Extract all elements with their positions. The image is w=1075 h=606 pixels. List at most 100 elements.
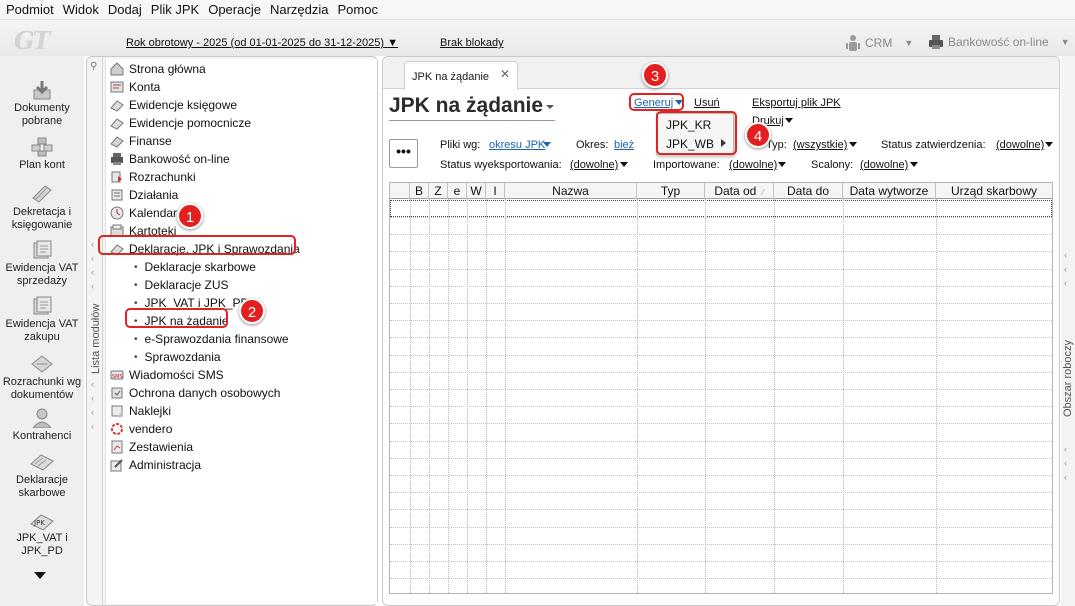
menu-narzedzia[interactable]: Narzędzia xyxy=(270,2,329,17)
column-header-w[interactable]: W xyxy=(467,183,486,199)
crm-button[interactable]: CRM ▼ xyxy=(845,34,913,52)
chevron-down-icon[interactable] xyxy=(546,105,554,109)
delete-button[interactable]: Usuń xyxy=(694,97,720,109)
export-jpk-button[interactable]: Eksportuj plik JPK xyxy=(752,97,841,109)
menu-podmiot[interactable]: Podmiot xyxy=(6,2,54,17)
shortcut-dokumenty-pobrane[interactable]: Dokumenty pobrane xyxy=(0,80,84,128)
grid-row-line xyxy=(390,320,1052,321)
column-header-b[interactable]: B xyxy=(410,183,429,199)
bank-online-button[interactable]: Bankowość on-line ▼ xyxy=(928,34,1070,50)
submodule-e-sprawozdania[interactable]: e-Sprawozdania finansowe xyxy=(134,330,289,348)
menu-pomoc[interactable]: Pomoc xyxy=(337,2,377,17)
chevron-down-icon[interactable] xyxy=(620,162,628,167)
module-finanse[interactable]: Finanse xyxy=(110,132,172,150)
grid-row-line xyxy=(390,475,1052,476)
module-zestawienia[interactable]: Zestawienia xyxy=(110,438,193,456)
lock-status-link[interactable]: Brak blokady xyxy=(440,37,504,49)
administration-icon xyxy=(110,459,123,472)
jpk-files-table[interactable]: B Z e W I Nazwa Typ Data od ⁄ Data do Dat… xyxy=(389,182,1053,594)
shortcut-kontrahenci[interactable]: Kontrahenci xyxy=(0,408,84,443)
workspace-vertical-label[interactable]: Obszar roboczy xyxy=(1062,340,1074,417)
grid-row-line xyxy=(390,561,1052,562)
column-header-nazwa[interactable]: Nazwa xyxy=(505,183,637,199)
finance-icon xyxy=(110,136,124,148)
chevron-down-icon[interactable] xyxy=(785,118,793,123)
module-administracja[interactable]: Administracja xyxy=(110,456,201,474)
tab-jpk-na-zadanie[interactable]: JPK na żądanie ✕ xyxy=(404,61,518,90)
bank-online-label: Bankowość on-line xyxy=(948,35,1049,49)
collapse-arrows-icon[interactable]: ‹ ‹ ‹ ‹ xyxy=(91,377,94,433)
module-vendero[interactable]: vendero xyxy=(110,420,172,438)
chevron-down-icon[interactable] xyxy=(849,142,857,147)
filter-approval-value[interactable]: (dowolne) xyxy=(996,139,1044,151)
vat-sales-icon xyxy=(33,240,52,259)
module-ochrona-danych[interactable]: Ochrona danych osobowych xyxy=(110,384,280,402)
modules-vertical-label[interactable]: Lista modułów xyxy=(90,304,102,374)
filter-files-by-value[interactable]: okresu JPK xyxy=(489,139,545,151)
expand-arrows-icon[interactable]: ‹ ‹ ‹ xyxy=(1064,442,1067,484)
column-header-data-wytworzenia[interactable]: Data wytworze xyxy=(843,183,936,199)
column-header-i[interactable]: I xyxy=(486,183,505,199)
column-header-typ[interactable]: Typ xyxy=(637,183,705,199)
sms-icon: SMS xyxy=(110,370,124,380)
module-konta[interactable]: Konta xyxy=(110,78,160,96)
module-kalendarz[interactable]: Kalendarz xyxy=(110,204,183,222)
more-options-button[interactable]: ••• xyxy=(389,139,418,168)
module-ewidencje-ksiegowe[interactable]: Ewidencje księgowe xyxy=(110,96,237,114)
module-label: Finanse xyxy=(129,134,172,148)
filter-export-status-value[interactable]: (dowolne) xyxy=(570,159,618,171)
pin-icon[interactable]: ⚲ xyxy=(90,61,97,72)
expand-arrows-icon[interactable]: ‹ ‹ ‹ xyxy=(1064,248,1067,290)
filter-merged-value[interactable]: (dowolne) xyxy=(860,159,908,171)
module-wiadomosci-sms[interactable]: SMS Wiadomości SMS xyxy=(110,366,224,384)
menu-widok[interactable]: Widok xyxy=(63,2,99,17)
fiscal-year-selector[interactable]: Rok obrotowy - 2025 (od 01-01-2025 do 31… xyxy=(126,37,398,49)
filter-period-value[interactable]: bież xyxy=(614,139,634,151)
modules-panel-strip: ⚲ ‹ ‹ ‹ ‹ Lista modułów ‹ ‹ ‹ ‹ xyxy=(87,57,103,605)
shortcut-jpk-vat[interactable]: JPK JPK_VAT i JPK_PD xyxy=(0,510,84,558)
menu-operacje[interactable]: Operacje xyxy=(208,2,261,17)
table-header: B Z e W I Nazwa Typ Data od ⁄ Data do Dat… xyxy=(390,183,1052,199)
column-header-data-do[interactable]: Data do xyxy=(774,183,843,199)
more-shortcuts-icon[interactable] xyxy=(34,572,46,579)
module-ewidencje-pomocnicze[interactable]: Ewidencje pomocnicze xyxy=(110,114,251,132)
filter-imported-value[interactable]: (dowolne) xyxy=(729,159,777,171)
column-header-data-od[interactable]: Data od ⁄ xyxy=(705,183,774,199)
table-row[interactable] xyxy=(390,200,1052,217)
filter-type-value[interactable]: (wszystkie) xyxy=(793,139,847,151)
collapse-arrows-icon[interactable]: ‹ ‹ ‹ ‹ xyxy=(91,237,94,293)
module-dzialania[interactable]: Działania xyxy=(110,186,178,204)
shortcut-plan-kont[interactable]: Plan kont xyxy=(0,137,84,172)
module-naklejki[interactable]: Naklejki xyxy=(110,402,171,420)
menu-plik-jpk[interactable]: Plik JPK xyxy=(151,2,199,17)
module-label: Kalendarz xyxy=(129,206,184,220)
shortcut-vat-sprzedazy[interactable]: Ewidencja VAT sprzedaży xyxy=(0,240,84,288)
module-rozrachunki[interactable]: Rozrachunki xyxy=(110,168,196,186)
column-header-select[interactable] xyxy=(390,183,410,199)
submodule-deklaracje-zus[interactable]: Deklaracje ZUS xyxy=(134,276,229,294)
close-icon[interactable]: ✕ xyxy=(500,67,510,81)
menu-dodaj[interactable]: Dodaj xyxy=(108,2,142,17)
shortcut-rozrachunki[interactable]: Rozrachunki wg dokumentów xyxy=(0,354,84,402)
column-header-urzad[interactable]: Urząd skarbowy xyxy=(936,183,1052,199)
shortcut-dekretacja[interactable]: Dekretacja i księgowanie xyxy=(0,184,84,232)
tax-declarations-icon xyxy=(30,454,54,471)
chevron-down-icon[interactable] xyxy=(1045,142,1053,147)
grid-row-line xyxy=(390,406,1052,407)
module-strona-glowna[interactable]: Strona główna xyxy=(110,60,206,78)
grid-row-line xyxy=(390,527,1052,528)
chevron-down-icon[interactable] xyxy=(543,142,551,147)
column-header-e[interactable]: e xyxy=(448,183,467,199)
page-title[interactable]: JPK na żądanie xyxy=(389,94,543,118)
module-bankowosc[interactable]: Bankowość on-line xyxy=(110,150,230,168)
shortcut-deklaracje-skarbowe[interactable]: Deklaracje skarbowe xyxy=(0,452,84,500)
calendar-icon xyxy=(110,206,124,220)
chevron-down-icon[interactable] xyxy=(910,162,918,167)
chevron-down-icon[interactable] xyxy=(778,162,786,167)
submodule-sprawozdania[interactable]: Sprawozdania xyxy=(134,348,221,366)
submodule-deklaracje-skarbowe[interactable]: Deklaracje skarbowe xyxy=(134,258,256,276)
shortcut-vat-zakupu[interactable]: Ewidencja VAT zakupu xyxy=(0,296,84,344)
grid-row-line xyxy=(390,303,1052,304)
column-header-z[interactable]: Z xyxy=(429,183,448,199)
module-label: Naklejki xyxy=(129,404,172,418)
